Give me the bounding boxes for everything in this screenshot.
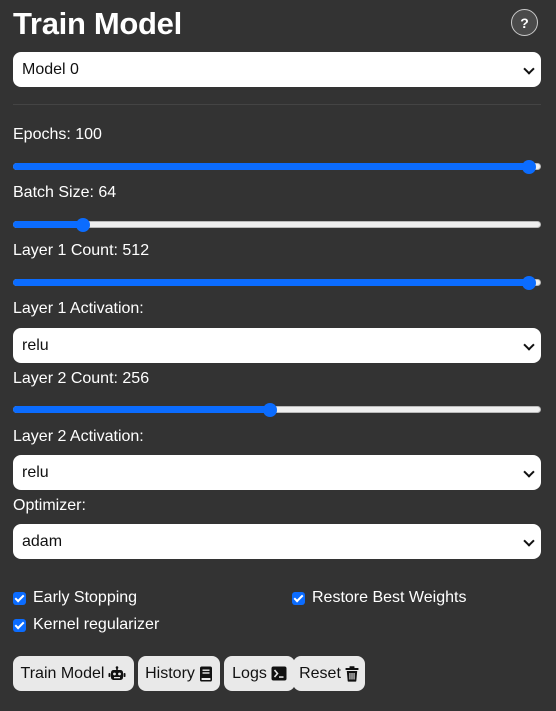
trash-icon (345, 665, 359, 682)
slider-track (13, 221, 541, 228)
logs-label: Logs (232, 664, 267, 682)
layer1-activation-value: relu (22, 336, 49, 354)
optimizer-label: Optimizer: (13, 497, 86, 514)
help-button[interactable]: ? (511, 9, 538, 36)
chevron-down-icon (523, 465, 535, 478)
history-label: History (145, 664, 195, 682)
reset-label: Reset (299, 664, 341, 682)
page-title: Train Model (13, 6, 182, 41)
layer1-count-slider[interactable] (13, 274, 541, 292)
early-stopping-label: Early Stopping (33, 589, 138, 606)
layer1-count-label: Layer 1 Count: 512 (13, 242, 150, 259)
optimizer-value: adam (22, 532, 63, 550)
batch-size-slider[interactable] (13, 216, 541, 234)
terminal-icon (271, 666, 287, 681)
model-select-value: Model 0 (22, 60, 79, 78)
early-stopping-checkbox[interactable]: Early Stopping (13, 589, 137, 607)
history-button[interactable]: History (138, 656, 220, 691)
slider-thumb[interactable] (522, 160, 536, 174)
logs-button[interactable]: Logs (224, 656, 295, 691)
layer2-activation-select[interactable]: relu (13, 455, 541, 490)
kernel-regularizer-checkbox[interactable]: Kernel regularizer (13, 616, 159, 634)
layer2-count-slider[interactable] (13, 401, 541, 419)
epochs-label: Epochs: 100 (13, 126, 102, 143)
optimizer-select[interactable]: adam (13, 524, 541, 559)
divider (13, 104, 541, 105)
checkbox-checked-icon[interactable] (13, 591, 26, 605)
reset-button[interactable]: Reset (293, 656, 365, 691)
train-model-button[interactable]: Train Model (13, 656, 134, 691)
checkbox-checked-icon[interactable] (292, 591, 305, 605)
model-select[interactable]: Model 0 (13, 52, 541, 87)
chevron-down-icon (523, 534, 535, 547)
kernel-regularizer-label: Kernel regularizer (33, 616, 160, 633)
batch-size-label: Batch Size: 64 (13, 184, 117, 201)
restore-best-weights-label: Restore Best Weights (312, 589, 467, 606)
epochs-slider[interactable] (13, 158, 541, 176)
layer1-activation-label: Layer 1 Activation: (13, 300, 144, 317)
chevron-down-icon (523, 338, 535, 351)
slider-fill (13, 163, 529, 170)
slider-thumb[interactable] (263, 403, 277, 417)
layer2-count-label: Layer 2 Count: 256 (13, 370, 150, 387)
slider-fill (13, 221, 83, 228)
slider-fill (13, 406, 270, 413)
chevron-down-icon (523, 62, 535, 75)
train-model-label: Train Model (20, 664, 105, 682)
slider-thumb[interactable] (522, 276, 536, 290)
checkbox-checked-icon[interactable] (13, 618, 26, 632)
layer1-activation-select[interactable]: relu (13, 328, 541, 363)
slider-thumb[interactable] (76, 218, 90, 232)
layer2-activation-label: Layer 2 Activation: (13, 428, 144, 445)
robot-icon (108, 665, 126, 682)
slider-fill (13, 279, 529, 286)
restore-best-weights-checkbox[interactable]: Restore Best Weights (292, 589, 466, 607)
layer2-activation-value: relu (22, 463, 49, 481)
book-icon (199, 666, 213, 682)
